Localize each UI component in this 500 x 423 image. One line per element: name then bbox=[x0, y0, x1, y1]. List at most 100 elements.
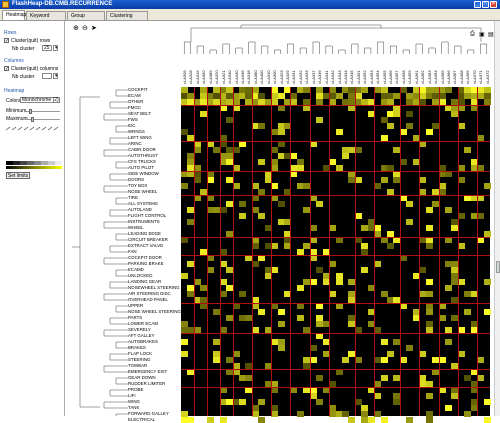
heatmap-cell[interactable] bbox=[271, 243, 279, 249]
heatmap-cell[interactable] bbox=[316, 201, 324, 207]
cols-nb-input[interactable] bbox=[42, 73, 52, 79]
row-label[interactable]: FLAP LOCK bbox=[128, 351, 152, 356]
row-label[interactable]: LANDING GEAR bbox=[128, 279, 161, 284]
heatmap-cell[interactable] bbox=[329, 261, 337, 267]
column-label[interactable]: cl-A343 bbox=[337, 70, 342, 84]
column-label[interactable]: cl-A353 bbox=[369, 70, 374, 84]
heatmap-cell[interactable] bbox=[348, 417, 356, 423]
heatmap-cell[interactable] bbox=[444, 285, 452, 291]
heatmap-cell[interactable] bbox=[258, 309, 266, 315]
row-label[interactable]: PARTS bbox=[128, 315, 142, 320]
heatmap-cell[interactable] bbox=[425, 417, 433, 423]
heatmap-cell[interactable] bbox=[316, 375, 324, 381]
column-label[interactable]: cl-A355 bbox=[382, 70, 387, 84]
row-label[interactable]: TANK bbox=[128, 405, 139, 410]
heatmap-cell[interactable] bbox=[425, 243, 433, 249]
row-label[interactable]: FWS bbox=[128, 117, 138, 122]
heatmap-cell[interactable] bbox=[193, 147, 201, 153]
heatmap-cell[interactable] bbox=[425, 393, 433, 399]
column-label[interactable]: cl-A331 bbox=[291, 70, 296, 84]
column-label[interactable]: cl-A362 bbox=[420, 70, 425, 84]
row-label[interactable]: LEADING EDGE bbox=[128, 231, 161, 236]
column-label[interactable]: cl-A339 bbox=[317, 70, 322, 84]
column-label[interactable]: cl-A351 bbox=[356, 70, 361, 84]
maximize-button[interactable]: □ bbox=[482, 1, 489, 8]
column-label[interactable]: cl-A358 bbox=[401, 70, 406, 84]
row-label[interactable]: NOSE WHEEL bbox=[128, 189, 157, 194]
row-label[interactable]: SEAT BELT bbox=[128, 111, 151, 116]
heatmap-cell[interactable] bbox=[380, 339, 388, 345]
heatmap-cell[interactable] bbox=[309, 357, 317, 363]
heatmap-cell[interactable] bbox=[380, 357, 388, 363]
row-label[interactable]: IDC bbox=[128, 123, 136, 128]
heatmap-cell[interactable] bbox=[341, 153, 349, 159]
scrollbar-thumb[interactable] bbox=[496, 261, 500, 273]
vertical-scrollbar[interactable] bbox=[494, 21, 500, 416]
cluster-columns-checkbox[interactable]: ✓ Cluster(quit) columns bbox=[4, 66, 58, 72]
row-label[interactable]: AUTO PILOT bbox=[128, 165, 154, 170]
row-label[interactable]: ARINC bbox=[128, 141, 142, 146]
heatmap-cell[interactable] bbox=[457, 177, 465, 183]
heatmap-cell[interactable] bbox=[406, 123, 414, 129]
column-label[interactable]: cl-A320 bbox=[214, 70, 219, 84]
heatmap-cell[interactable] bbox=[399, 357, 407, 363]
heatmap-cell[interactable] bbox=[406, 111, 414, 117]
row-label[interactable]: AUTOTHRUST bbox=[128, 153, 158, 158]
row-label[interactable]: RUDDER LIMITER bbox=[128, 381, 165, 386]
rows-nb-spinner[interactable]: ▾ bbox=[53, 45, 58, 51]
heatmap-cell[interactable] bbox=[425, 309, 433, 315]
heatmap-cell[interactable] bbox=[483, 183, 491, 189]
heatmap-cell[interactable] bbox=[483, 279, 491, 285]
column-label[interactable]: cl-A369 bbox=[465, 70, 470, 84]
heatmap-cell[interactable] bbox=[406, 201, 414, 207]
column-label[interactable]: cl-A361 bbox=[414, 70, 419, 84]
column-label[interactable]: cl-A300 bbox=[272, 70, 277, 84]
heatmap-cell[interactable] bbox=[425, 279, 433, 285]
column-label[interactable]: cl-A345 bbox=[349, 70, 354, 84]
heatmap-cell[interactable] bbox=[309, 279, 317, 285]
heatmap-cell[interactable] bbox=[419, 267, 427, 273]
column-label[interactable]: cl-A389 bbox=[208, 70, 213, 84]
row-label[interactable]: CABIN DOOR bbox=[128, 147, 156, 152]
heatmap-cell[interactable] bbox=[425, 129, 433, 135]
heatmap-cell[interactable] bbox=[483, 417, 491, 423]
heatmap-cell[interactable] bbox=[238, 201, 246, 207]
heatmap-cell[interactable] bbox=[329, 225, 337, 231]
heatmap-cell[interactable] bbox=[444, 405, 452, 411]
minimum-slider-handle[interactable] bbox=[29, 109, 32, 114]
set-limits-button[interactable]: Set limits bbox=[6, 172, 30, 179]
heatmap-cell[interactable] bbox=[354, 213, 362, 219]
column-label[interactable]: cl-A367 bbox=[452, 70, 457, 84]
heatmap-cell[interactable] bbox=[477, 213, 485, 219]
heatmap-cell[interactable] bbox=[181, 273, 188, 279]
row-label[interactable]: ECAMD bbox=[128, 267, 144, 272]
column-label[interactable]: cl-A359 bbox=[407, 70, 412, 84]
heatmap-cell[interactable] bbox=[232, 147, 240, 153]
row-label[interactable]: UNLOCKED bbox=[128, 273, 152, 278]
heatmap-cell[interactable] bbox=[477, 375, 485, 381]
heatmap-cell[interactable] bbox=[361, 87, 369, 93]
row-label[interactable]: FORWARD GALLEY bbox=[128, 411, 169, 416]
row-label[interactable]: STEERING bbox=[128, 357, 150, 362]
heatmap-cell[interactable] bbox=[399, 129, 407, 135]
row-label[interactable]: AIR STEERING DISC bbox=[128, 291, 171, 296]
heatmap-cell[interactable] bbox=[444, 207, 452, 213]
heatmap-cell[interactable] bbox=[277, 345, 285, 351]
row-label[interactable]: LOWER ECAM bbox=[128, 321, 158, 326]
heatmap-cell[interactable] bbox=[406, 345, 414, 351]
column-label[interactable]: cl-A352 bbox=[362, 70, 367, 84]
row-label[interactable]: SEVERELY bbox=[128, 327, 151, 332]
heatmap-cell[interactable] bbox=[181, 339, 188, 345]
heatmap-cell[interactable] bbox=[399, 159, 407, 165]
rows-nb-input[interactable]: 25 bbox=[42, 45, 52, 51]
heatmap-cell[interactable] bbox=[335, 129, 343, 135]
tab-clustering-statistics[interactable]: Clustering Statistics bbox=[106, 11, 148, 28]
heatmap-cell[interactable] bbox=[419, 177, 427, 183]
heatmap-cell[interactable] bbox=[374, 183, 382, 189]
heatmap-grid[interactable] bbox=[181, 87, 491, 423]
heatmap-cell[interactable] bbox=[387, 123, 394, 129]
zoom-out-icon[interactable]: ⊖ bbox=[82, 24, 88, 32]
row-label[interactable]: LIFI bbox=[128, 393, 136, 398]
row-label[interactable]: PARKING BRAKE bbox=[128, 261, 164, 266]
heatmap-cell[interactable] bbox=[380, 375, 388, 381]
